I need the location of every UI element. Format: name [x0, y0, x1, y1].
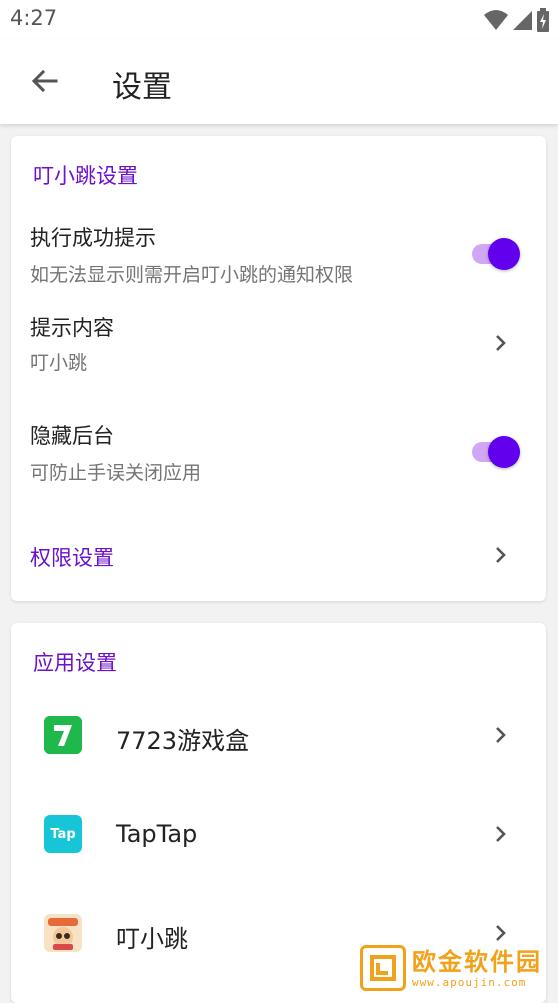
app-bar: 设置	[0, 40, 558, 124]
app-name: 7723游戏盒	[116, 727, 250, 755]
status-icons	[484, 8, 550, 36]
section-title-apps: 应用设置	[33, 651, 117, 675]
tip-content-value: 叮小跳	[30, 352, 88, 374]
taptap-icon-text: Tap	[50, 826, 76, 842]
back-button[interactable]	[24, 62, 64, 102]
app-name: TapTap	[116, 820, 198, 848]
page-title: 设置	[112, 70, 172, 105]
tip-content-row[interactable]: 提示内容 叮小跳	[11, 302, 546, 382]
app-row-7723[interactable]: 7723游戏盒	[11, 685, 546, 785]
wifi-icon	[484, 9, 508, 35]
hide-background-subtitle: 可防止手误关闭应用	[30, 462, 202, 484]
success-tip-row[interactable]: 执行成功提示 如无法显示则需开启叮小跳的通知权限	[11, 212, 546, 292]
switch-thumb	[488, 436, 520, 468]
status-bar: 4:27	[0, 0, 558, 40]
chevron-right-icon	[496, 547, 506, 563]
chevron-right-icon	[496, 925, 506, 941]
taptap-app-icon: Tap	[44, 815, 82, 853]
watermark-subtitle: www.apoujin.com	[412, 975, 527, 989]
signal-icon	[512, 9, 532, 35]
switch-thumb	[488, 238, 520, 270]
success-tip-subtitle: 如无法显示则需开启叮小跳的通知权限	[30, 264, 354, 286]
dingxiaotiao-app-icon	[44, 914, 82, 952]
app-row-taptap[interactable]: Tap TapTap	[11, 784, 546, 884]
chevron-right-icon	[496, 826, 506, 842]
watermark: 欧金软件园 www.apoujin.com	[360, 943, 558, 993]
tip-content-title: 提示内容	[30, 316, 114, 340]
app-name: 叮小跳	[116, 925, 188, 953]
watermark-logo-icon	[360, 945, 406, 991]
status-time: 4:27	[10, 6, 58, 30]
7723-app-icon	[44, 716, 82, 754]
hide-background-title: 隐藏后台	[30, 424, 114, 448]
chevron-right-icon	[496, 335, 506, 351]
arrow-back-icon	[31, 69, 58, 93]
hide-background-switch[interactable]	[470, 434, 522, 470]
permission-settings-row[interactable]: 权限设置	[11, 526, 546, 586]
chevron-right-icon	[496, 727, 506, 743]
success-tip-title: 执行成功提示	[30, 226, 156, 250]
section-title-dingxiaotiao: 叮小跳设置	[33, 164, 138, 188]
watermark-text: 欧金软件园 www.apoujin.com	[412, 948, 542, 989]
dingxiaotiao-settings-card: 叮小跳设置 执行成功提示 如无法显示则需开启叮小跳的通知权限 提示内容 叮小跳 …	[11, 136, 546, 601]
watermark-title: 欧金软件园	[412, 947, 542, 976]
success-tip-switch[interactable]	[470, 236, 522, 272]
battery-charging-icon	[536, 8, 550, 36]
hide-background-row[interactable]: 隐藏后台 可防止手误关闭应用	[11, 410, 546, 490]
permission-settings-title: 权限设置	[30, 546, 114, 570]
